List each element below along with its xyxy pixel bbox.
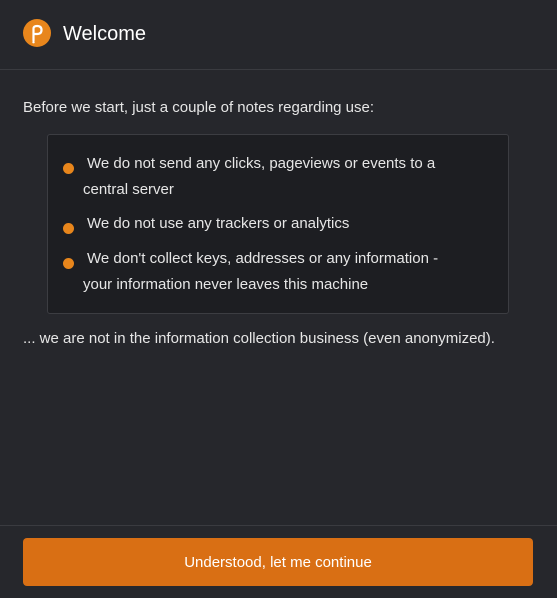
note-item: We do not send any clicks, pageviews or … (63, 151, 483, 203)
bullet-icon (63, 258, 74, 269)
intro-text: Before we start, just a couple of notes … (23, 99, 375, 116)
note-line: We do not use any trackers or analytics (87, 215, 350, 232)
welcome-window: Welcome Before we start, just a couple o… (0, 0, 557, 598)
outro-text: ... we are not in the information collec… (23, 330, 495, 347)
note-item: We do not use any trackers or analytics (63, 211, 483, 237)
header: Welcome (0, 0, 557, 70)
note-line: We do not send any clicks, pageviews or … (87, 155, 436, 172)
notes-box: We do not send any clicks, pageviews or … (47, 134, 509, 314)
page-title: Welcome (63, 23, 146, 45)
bullet-icon (63, 223, 74, 234)
footer: Understood, let me continue (0, 525, 557, 598)
bullet-icon (63, 163, 74, 174)
continue-button[interactable]: Understood, let me continue (23, 538, 533, 586)
note-line: We don't collect keys, addresses or any … (87, 250, 439, 267)
note-line: your information never leaves this machi… (83, 276, 369, 293)
polkadot-logo-icon (23, 19, 51, 47)
note-line: central server (83, 181, 174, 198)
note-item: We don't collect keys, addresses or any … (63, 246, 483, 298)
